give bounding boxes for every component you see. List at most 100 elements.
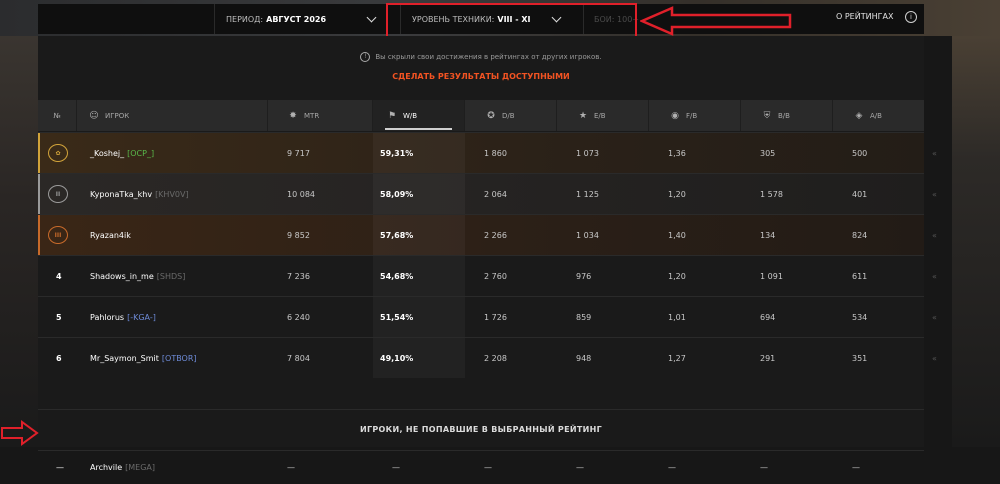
col-mtr-label: MTR [304, 111, 320, 120]
ab-value: 824 [852, 230, 868, 240]
bb-value: 291 [760, 353, 776, 363]
bb-value: 1 091 [760, 271, 783, 281]
col-fb[interactable]: ◉ F/B [649, 100, 741, 131]
medal-silver-icon: II [48, 174, 68, 214]
col-bb[interactable]: ⛨ B/B [741, 100, 833, 131]
blocked-icon: ⛨ [763, 110, 771, 121]
eb-value: 1 125 [576, 189, 599, 199]
col-wb[interactable]: ⚑ W/B [373, 100, 465, 131]
player-cell[interactable]: Mr_Saymon_Smit [OTBOR] [90, 338, 197, 378]
eb-value: 859 [576, 312, 592, 322]
col-mtr[interactable]: ✸ MTR [268, 100, 373, 131]
col-eb[interactable]: ★ E/B [557, 100, 649, 131]
arrow-right-icon [1, 420, 39, 446]
make-results-public-link[interactable]: СДЕЛАТЬ РЕЗУЛЬТАТЫ ДОСТУПНЫМИ [38, 72, 924, 81]
player-cell[interactable]: Pahlorus [-KGA-] [90, 297, 156, 337]
fb-value: 1,01 [668, 312, 686, 322]
table-row[interactable]: 6 Mr_Saymon_Smit [OTBOR] 7 804 49,10% 2 2… [38, 337, 937, 378]
left-background [0, 36, 38, 447]
rank-bar [38, 174, 40, 214]
mtr-value: 10 084 [287, 189, 315, 199]
period-label: ПЕРИОД: [226, 14, 264, 24]
period-dropdown[interactable]: ПЕРИОД: АВГУСТ 2026 [215, 4, 401, 34]
eb-value: 948 [576, 353, 592, 363]
col-db-label: D/B [502, 111, 515, 120]
fb-value: 1,40 [668, 230, 686, 240]
compare-icon[interactable]: « [932, 133, 937, 173]
col-num[interactable]: № [38, 100, 77, 131]
fb-value: 1,36 [668, 148, 686, 158]
wb-value: 49,10% [373, 338, 465, 378]
fb-value: 1,27 [668, 353, 686, 363]
ab-value: 401 [852, 189, 868, 199]
col-fb-label: F/B [686, 111, 698, 120]
col-ab-label: A/B [870, 111, 882, 120]
player-name: _Koshej_ [90, 148, 125, 158]
table-row[interactable]: III Ryazan4ik 9 852 57,68% 2 266 1 034 1… [38, 214, 937, 255]
compare-icon[interactable]: « [932, 297, 937, 337]
db-value: 2 208 [484, 353, 507, 363]
db-value: — [484, 463, 492, 472]
ab-value: 500 [852, 148, 868, 158]
col-db[interactable]: ✪ D/B [465, 100, 557, 131]
notice-text: Вы скрыли свои достижения в рейтингах от… [375, 53, 602, 61]
rank-number: 4 [56, 271, 62, 281]
compare-icon[interactable]: « [932, 215, 937, 255]
player-cell[interactable]: Archvile [MEGA] [90, 451, 155, 484]
db-value: 2 760 [484, 271, 507, 281]
table-row[interactable]: ✿ _Koshej_ [OCP_] 9 717 59,31% 1 860 1 07… [38, 132, 937, 173]
player-name: Mr_Saymon_Smit [90, 353, 159, 363]
bb-value: 694 [760, 312, 776, 322]
db-value: 1 726 [484, 312, 507, 322]
info-icon[interactable]: i [905, 11, 917, 23]
table-row[interactable]: — Archvile [MEGA] — — — — — — — [38, 450, 924, 484]
wb-value: 58,09% [373, 174, 465, 214]
player-name: Shadows_in_me [90, 271, 154, 281]
table-row[interactable]: 4 Shadows_in_me [SHDS] 7 236 54,68% 2 760… [38, 255, 937, 296]
clan-tag[interactable]: [MEGA] [125, 463, 155, 472]
clan-tag[interactable]: [-KGA-] [127, 313, 156, 322]
rank-number: 6 [56, 353, 62, 363]
filter-spacer [38, 4, 215, 34]
damage-icon: ✪ [487, 110, 495, 121]
player-cell[interactable]: Shadows_in_me [SHDS] [90, 256, 185, 296]
mtr-value: 9 717 [287, 148, 310, 158]
table-row[interactable]: II KyponaTka_khv [KHV0V] 10 084 58,09% 2 … [38, 173, 937, 214]
db-value: 1 860 [484, 148, 507, 158]
ab-value: — [852, 463, 860, 472]
bb-value: 134 [760, 230, 776, 240]
player-name: Archvile [90, 463, 123, 472]
compare-icon[interactable]: « [932, 256, 937, 296]
rank-number: — [56, 463, 64, 472]
player-cell[interactable]: _Koshej_ [OCP_] [90, 133, 154, 173]
bb-value: 1 578 [760, 189, 783, 199]
compare-icon[interactable]: « [932, 174, 937, 214]
wb-value: 57,68% [373, 215, 465, 255]
bb-value: 305 [760, 148, 776, 158]
about-ratings-link[interactable]: О РЕЙТИНГАХ [836, 12, 893, 21]
wb-value: 59,31% [373, 133, 465, 173]
ab-value: 534 [852, 312, 868, 322]
col-ab[interactable]: ◈ A/B [833, 100, 924, 131]
medal-bronze-icon: III [48, 215, 68, 255]
compare-icon[interactable]: « [932, 338, 937, 378]
player-cell[interactable]: KyponaTka_khv [KHV0V] [90, 174, 189, 214]
table-row[interactable]: 5 Pahlorus [-KGA-] 6 240 51,54% 1 726 859… [38, 296, 937, 337]
db-value: 2 266 [484, 230, 507, 240]
clan-tag[interactable]: [SHDS] [157, 272, 186, 281]
col-player[interactable]: ☺ ИГРОК [76, 100, 268, 131]
clan-tag[interactable]: [OTBOR] [162, 354, 197, 363]
clan-tag[interactable]: [KHV0V] [155, 190, 189, 199]
bb-value: — [760, 463, 768, 472]
fb-value: 1,20 [668, 271, 686, 281]
mtr-icon: ✸ [289, 110, 297, 121]
player-cell[interactable]: Ryazan4ik [90, 215, 131, 255]
player-name: Ryazan4ik [90, 230, 131, 240]
wb-value: 51,54% [373, 297, 465, 337]
clan-tag[interactable]: [OCP_] [127, 149, 154, 158]
col-player-label: ИГРОК [105, 111, 130, 120]
col-bb-label: B/B [778, 111, 790, 120]
wb-value: 54,68% [373, 256, 465, 296]
make-results-public-label: СДЕЛАТЬ РЕЗУЛЬТАТЫ ДОСТУПНЫМИ [392, 72, 570, 81]
eb-value: 1 034 [576, 230, 599, 240]
